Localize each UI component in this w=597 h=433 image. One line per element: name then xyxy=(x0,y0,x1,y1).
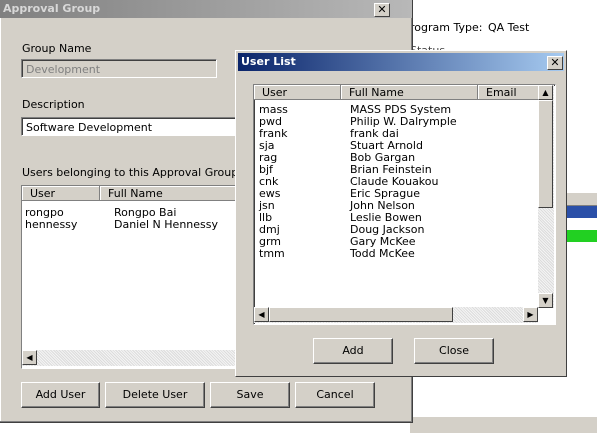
background-status-bar xyxy=(410,416,597,433)
close-icon: ✕ xyxy=(550,56,560,69)
user-list-table[interactable]: User Full Name Email mass MASS PDS System… xyxy=(253,84,556,325)
arrow-down-icon: ▼ xyxy=(542,296,549,305)
vertical-scroll-thumb[interactable] xyxy=(538,100,553,208)
column-header-user[interactable]: User xyxy=(254,85,341,100)
program-type-value: QA Test xyxy=(488,21,530,34)
user-list-titlebar[interactable]: User List xyxy=(238,53,564,71)
save-button[interactable]: Save xyxy=(210,382,290,408)
approval-close-button[interactable]: ✕ xyxy=(374,3,390,17)
description-label: Description xyxy=(22,98,85,111)
group-name-field[interactable]: Development xyxy=(21,59,217,78)
approval-group-title: Approval Group xyxy=(3,2,101,15)
vertical-scrollbar[interactable]: ▲ ▼ xyxy=(538,85,554,308)
user-list-title: User List xyxy=(241,55,296,68)
column-header-user[interactable]: User xyxy=(22,186,100,201)
user-cell: hennessy xyxy=(25,218,78,231)
add-user-button[interactable]: Add User xyxy=(21,382,100,408)
add-button[interactable]: Add xyxy=(313,338,393,364)
delete-user-button[interactable]: Delete User xyxy=(105,382,205,408)
scroll-right-button[interactable]: ▶ xyxy=(523,307,538,322)
scroll-up-button[interactable]: ▲ xyxy=(538,85,553,100)
approval-group-titlebar[interactable]: Approval Group xyxy=(0,0,412,18)
users-group-label: Users belonging to this Approval Group xyxy=(22,166,239,179)
full-name-cell: Daniel N Hennessy xyxy=(114,218,219,231)
arrow-left-icon: ◀ xyxy=(258,310,265,319)
column-header-email[interactable]: Email xyxy=(478,85,540,100)
close-button[interactable]: Close xyxy=(414,338,494,364)
description-field[interactable]: Software Development xyxy=(21,117,251,136)
scroll-left-button[interactable]: ◀ xyxy=(254,307,269,322)
horizontal-scroll-thumb[interactable] xyxy=(269,307,453,322)
arrow-up-icon: ▲ xyxy=(542,88,549,97)
user-list-close-button[interactable]: ✕ xyxy=(547,56,563,70)
user-cell: tmm xyxy=(259,247,285,260)
program-type-label: rogram Type: xyxy=(410,21,483,34)
full-name-cell: Todd McKee xyxy=(350,247,415,260)
close-icon: ✕ xyxy=(377,3,387,16)
cancel-button[interactable]: Cancel xyxy=(295,382,375,408)
group-name-label: Group Name xyxy=(22,42,92,55)
scroll-left-button[interactable]: ◀ xyxy=(22,350,37,365)
horizontal-scrollbar[interactable]: ◀ ▶ xyxy=(254,307,538,323)
column-header-full-name[interactable]: Full Name xyxy=(341,85,478,100)
user-list-window: User List ✕ User Full Name Email mass MAS… xyxy=(235,50,567,377)
scroll-down-button[interactable]: ▼ xyxy=(538,293,553,308)
arrow-right-icon: ▶ xyxy=(527,310,534,319)
arrow-left-icon: ◀ xyxy=(26,353,33,362)
